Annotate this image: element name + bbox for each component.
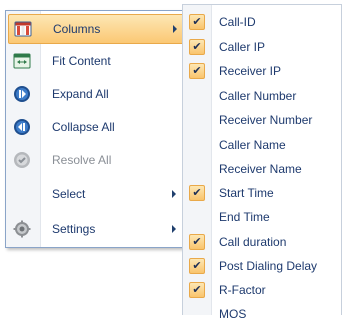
- columns-submenu: ✔ Call-ID ✔ Caller IP ✔ Receiver IP Caller Num…: [182, 4, 342, 321]
- checkmark-icon: ✔: [189, 185, 205, 201]
- checkmark-icon: ✔: [189, 63, 205, 79]
- submenu-arrow-icon: [173, 25, 177, 33]
- checkmark-icon: ✔: [189, 282, 205, 298]
- column-toggle-item[interactable]: MOS: [183, 303, 341, 326]
- column-toggle-label: Call duration: [219, 235, 287, 249]
- column-toggle-item[interactable]: ✔ Receiver IP: [183, 60, 341, 83]
- settings-icon: [13, 220, 31, 238]
- column-toggle-label: End Time: [219, 210, 270, 224]
- column-toggle-item[interactable]: Receiver Name: [183, 158, 341, 181]
- menu-item-collapse-all[interactable]: Collapse All: [8, 113, 182, 141]
- menu-item-label: Expand All: [52, 87, 109, 101]
- menu-item-columns[interactable]: Columns: [8, 14, 184, 44]
- column-toggle-label: Caller IP: [219, 40, 266, 54]
- column-toggle-item[interactable]: ✔ Start Time: [183, 182, 341, 205]
- menu-item-expand-all[interactable]: Expand All: [8, 80, 182, 108]
- column-toggle-item[interactable]: ✔ Call duration: [183, 231, 341, 254]
- checkmark-icon: ✔: [189, 234, 205, 250]
- menu-item-label: Fit Content: [52, 54, 111, 68]
- column-toggle-item[interactable]: Receiver Number: [183, 109, 341, 132]
- expand-all-icon: [13, 85, 31, 103]
- context-menu: Columns Fit Content Expand All Collapse …: [5, 10, 185, 248]
- column-toggle-label: Caller Name: [219, 138, 286, 152]
- submenu-arrow-icon: [172, 190, 176, 198]
- column-toggle-label: R-Factor: [219, 283, 266, 297]
- menu-item-label: Resolve All: [52, 153, 112, 167]
- menu-item-label: Collapse All: [52, 120, 115, 134]
- submenu-arrow-icon: [172, 225, 176, 233]
- column-toggle-label: Receiver IP: [219, 64, 282, 78]
- column-toggle-item[interactable]: Caller Number: [183, 85, 341, 108]
- checkmark-icon: ✔: [189, 258, 205, 274]
- checkmark-icon: ✔: [189, 14, 205, 30]
- fit-content-icon: [13, 52, 31, 70]
- menu-item-resolve-all[interactable]: Resolve All: [8, 146, 182, 174]
- menu-item-settings[interactable]: Settings: [8, 215, 182, 243]
- column-toggle-label: Receiver Number: [219, 113, 313, 127]
- column-toggle-item[interactable]: ✔ Call-ID: [183, 11, 341, 34]
- column-toggle-label: MOS: [219, 307, 247, 321]
- menu-item-select[interactable]: Select: [8, 180, 182, 208]
- column-toggle-item[interactable]: End Time: [183, 206, 341, 229]
- menu-item-label: Columns: [53, 22, 101, 36]
- collapse-all-icon: [13, 118, 31, 136]
- checkmark-icon: ✔: [189, 39, 205, 55]
- columns-icon: [14, 20, 32, 38]
- menu-item-label: Settings: [52, 222, 96, 236]
- resolve-all-icon: [13, 151, 31, 169]
- column-toggle-item[interactable]: ✔ Post Dialing Delay: [183, 255, 341, 278]
- column-toggle-label: Start Time: [219, 186, 274, 200]
- menu-item-fit-content[interactable]: Fit Content: [8, 47, 182, 75]
- column-toggle-item[interactable]: ✔ Caller IP: [183, 36, 341, 59]
- column-toggle-item[interactable]: ✔ R-Factor: [183, 279, 341, 302]
- column-toggle-label: Post Dialing Delay: [219, 259, 318, 273]
- column-toggle-label: Call-ID: [219, 15, 256, 29]
- column-toggle-item[interactable]: Caller Name: [183, 134, 341, 157]
- column-toggle-label: Receiver Name: [219, 162, 302, 176]
- menu-item-label: Select: [52, 187, 86, 201]
- column-toggle-label: Caller Number: [219, 89, 297, 103]
